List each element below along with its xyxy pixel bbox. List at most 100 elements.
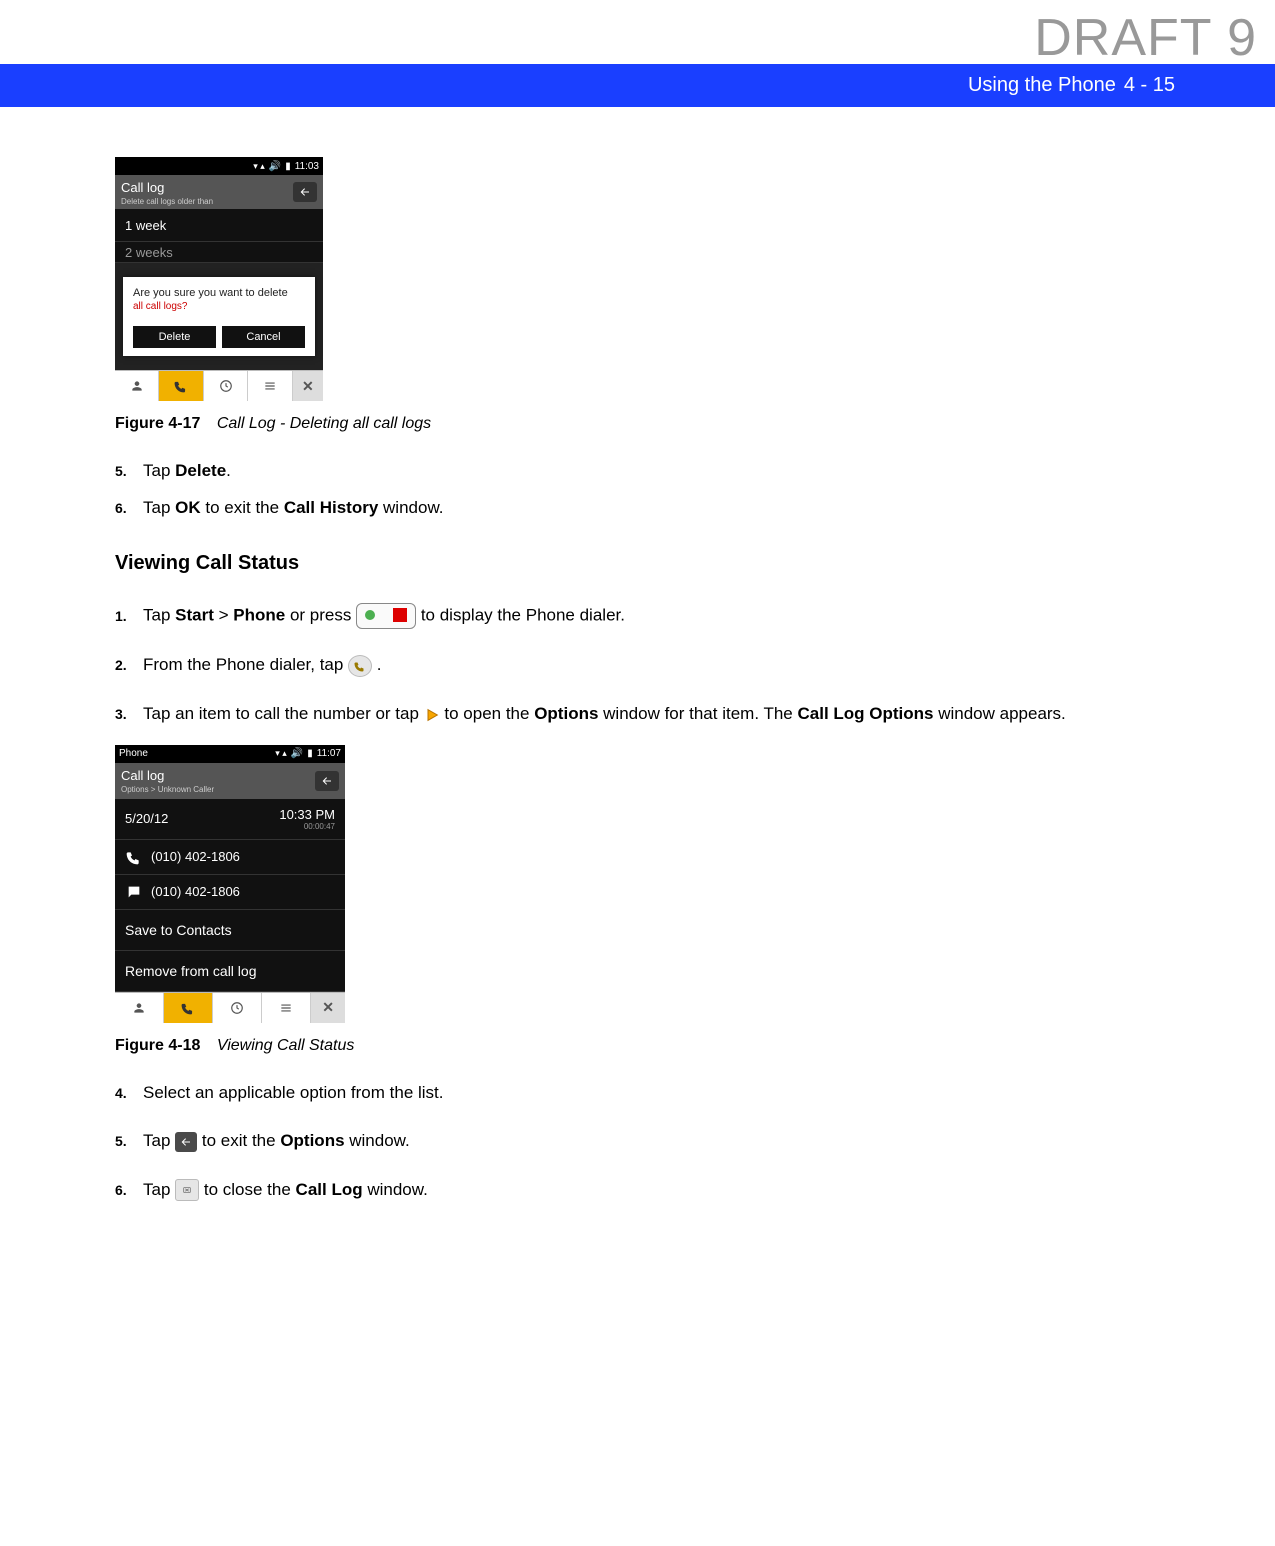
step-number: 5. xyxy=(115,461,143,481)
step-item: 6. Tap to close the Call Log window. xyxy=(115,1178,1175,1203)
step-text: to display the Phone dialer. xyxy=(421,606,625,625)
step-text: Tap xyxy=(143,1131,175,1150)
delete-button[interactable]: Delete xyxy=(133,326,216,348)
dialog-text-highlight: all call logs? xyxy=(133,301,305,312)
step-bold: Delete xyxy=(175,461,226,480)
step-number: 6. xyxy=(115,1180,143,1200)
close-icon: ✕ xyxy=(302,378,314,395)
battery-icon: ▮ xyxy=(307,748,313,759)
tab-call-log[interactable] xyxy=(164,993,213,1023)
tab-call-log[interactable] xyxy=(159,371,203,401)
page-content: ▾ ▴ 🔊 ▮ 11:03 Call log Delete call logs … xyxy=(0,107,1275,1254)
figure-label: Figure 4-17 xyxy=(115,415,200,432)
header-page: 4 - 15 xyxy=(1120,74,1175,97)
step-bold: OK xyxy=(175,498,201,517)
tab-menu[interactable] xyxy=(262,993,311,1023)
step-number: 1. xyxy=(115,606,143,626)
step-text: . xyxy=(377,655,382,674)
step-text: . xyxy=(226,461,231,480)
figure-title: Viewing Call Status xyxy=(205,1037,355,1054)
app-title: Phone xyxy=(119,748,148,759)
step-bold: Start xyxy=(175,606,214,625)
step-number: 6. xyxy=(115,498,143,518)
step-text: to exit the xyxy=(202,1131,280,1150)
phone-key-icon xyxy=(356,603,416,629)
signal-icon: ▾ ▴ xyxy=(275,748,287,759)
tab-contacts[interactable] xyxy=(115,993,164,1023)
step-text: Tap xyxy=(143,498,175,517)
screenshot-call-log-delete: ▾ ▴ 🔊 ▮ 11:03 Call log Delete call logs … xyxy=(115,157,323,401)
title-bar: Phone ▾ ▴ 🔊 ▮ 11:07 xyxy=(115,745,345,763)
step-text: Tap an item to call the number or tap xyxy=(143,704,424,723)
step-text: Tap xyxy=(143,461,175,480)
sms-number-row[interactable]: (010) 402-1806 xyxy=(115,875,345,910)
step-text: > xyxy=(219,606,234,625)
step-item: 2. From the Phone dialer, tap . xyxy=(115,653,1175,678)
page-header: Using the Phone 4 - 15 xyxy=(0,64,1275,107)
step-item: 5. Tap Delete. xyxy=(115,459,1175,484)
step-item: 4. Select an applicable option from the … xyxy=(115,1081,1175,1106)
remove-from-log-row[interactable]: Remove from call log xyxy=(115,951,345,992)
phone-number: (010) 402-1806 xyxy=(151,884,240,899)
figure-caption: Figure 4-17 Call Log - Deleting all call… xyxy=(115,415,1175,433)
back-button-icon xyxy=(175,1132,197,1152)
step-item: 6. Tap OK to exit the Call History windo… xyxy=(115,496,1175,521)
tab-contacts[interactable] xyxy=(115,371,159,401)
modal-overlay: Are you sure you want to delete all call… xyxy=(115,263,323,370)
step-bold: Options xyxy=(280,1131,344,1150)
list-item: 2 weeks xyxy=(115,242,323,263)
figure-caption: Figure 4-18 Viewing Call Status xyxy=(115,1037,1175,1055)
step-text: From the Phone dialer, tap xyxy=(143,655,348,674)
step-bold: Options xyxy=(534,704,598,723)
section-heading: Viewing Call Status xyxy=(115,552,1175,575)
signal-icon: ▾ ▴ xyxy=(253,161,265,172)
step-text: Tap xyxy=(143,1180,175,1199)
close-icon: ✕ xyxy=(322,999,334,1016)
step-item: 1. Tap Start > Phone or press to display… xyxy=(115,603,1175,629)
step-text: to exit the xyxy=(201,498,284,517)
step-list: 5. Tap Delete. 6. Tap OK to exit the Cal… xyxy=(115,459,1175,520)
close-button[interactable]: ✕ xyxy=(293,371,323,401)
call-log-icon xyxy=(348,655,372,677)
close-rect-icon xyxy=(175,1179,199,1201)
call-number-row[interactable]: (010) 402-1806 xyxy=(115,840,345,875)
step-text: window appears. xyxy=(933,704,1065,723)
step-bold: Call Log xyxy=(296,1180,363,1199)
step-number: 3. xyxy=(115,704,143,724)
step-text: or press xyxy=(290,606,356,625)
sms-icon xyxy=(125,883,143,901)
tab-menu[interactable] xyxy=(248,371,292,401)
screen-subtitle: Delete call logs older than xyxy=(121,197,213,206)
call-time: 10:33 PM xyxy=(279,807,335,822)
cancel-button[interactable]: Cancel xyxy=(222,326,305,348)
status-bar: ▾ ▴ 🔊 ▮ 11:03 xyxy=(115,157,323,175)
dialog-text: Are you sure you want to delete xyxy=(133,287,305,299)
step-number: 4. xyxy=(115,1083,143,1103)
step-text: Tap xyxy=(143,606,175,625)
list-item[interactable]: 1 week xyxy=(115,209,323,242)
screen-title: Call log xyxy=(121,768,164,783)
step-bold: Call History xyxy=(284,498,378,517)
close-button[interactable]: ✕ xyxy=(311,993,345,1023)
step-item: 3. Tap an item to call the number or tap… xyxy=(115,702,1175,727)
step-text: window. xyxy=(345,1131,410,1150)
screen-header: Call log Delete call logs older than xyxy=(115,175,323,209)
step-list: 4. Select an applicable option from the … xyxy=(115,1081,1175,1203)
back-arrow-icon[interactable] xyxy=(293,182,317,202)
call-date: 5/20/12 xyxy=(125,811,168,826)
tab-speed-dial[interactable] xyxy=(213,993,262,1023)
step-text: Select an applicable option from the lis… xyxy=(143,1081,444,1106)
call-duration: 00:00:47 xyxy=(279,822,335,831)
bottom-bar: ✕ xyxy=(115,992,345,1023)
status-time: 11:07 xyxy=(317,748,341,759)
battery-icon: ▮ xyxy=(285,161,291,172)
play-triangle-icon xyxy=(424,706,440,722)
back-arrow-icon[interactable] xyxy=(315,771,339,791)
tab-speed-dial[interactable] xyxy=(204,371,248,401)
save-contacts-row[interactable]: Save to Contacts xyxy=(115,910,345,951)
bottom-bar: ✕ xyxy=(115,370,323,401)
step-text: window. xyxy=(378,498,443,517)
step-text: to close the xyxy=(204,1180,296,1199)
header-title: Using the Phone xyxy=(968,74,1120,97)
volume-icon: 🔊 xyxy=(269,161,281,172)
